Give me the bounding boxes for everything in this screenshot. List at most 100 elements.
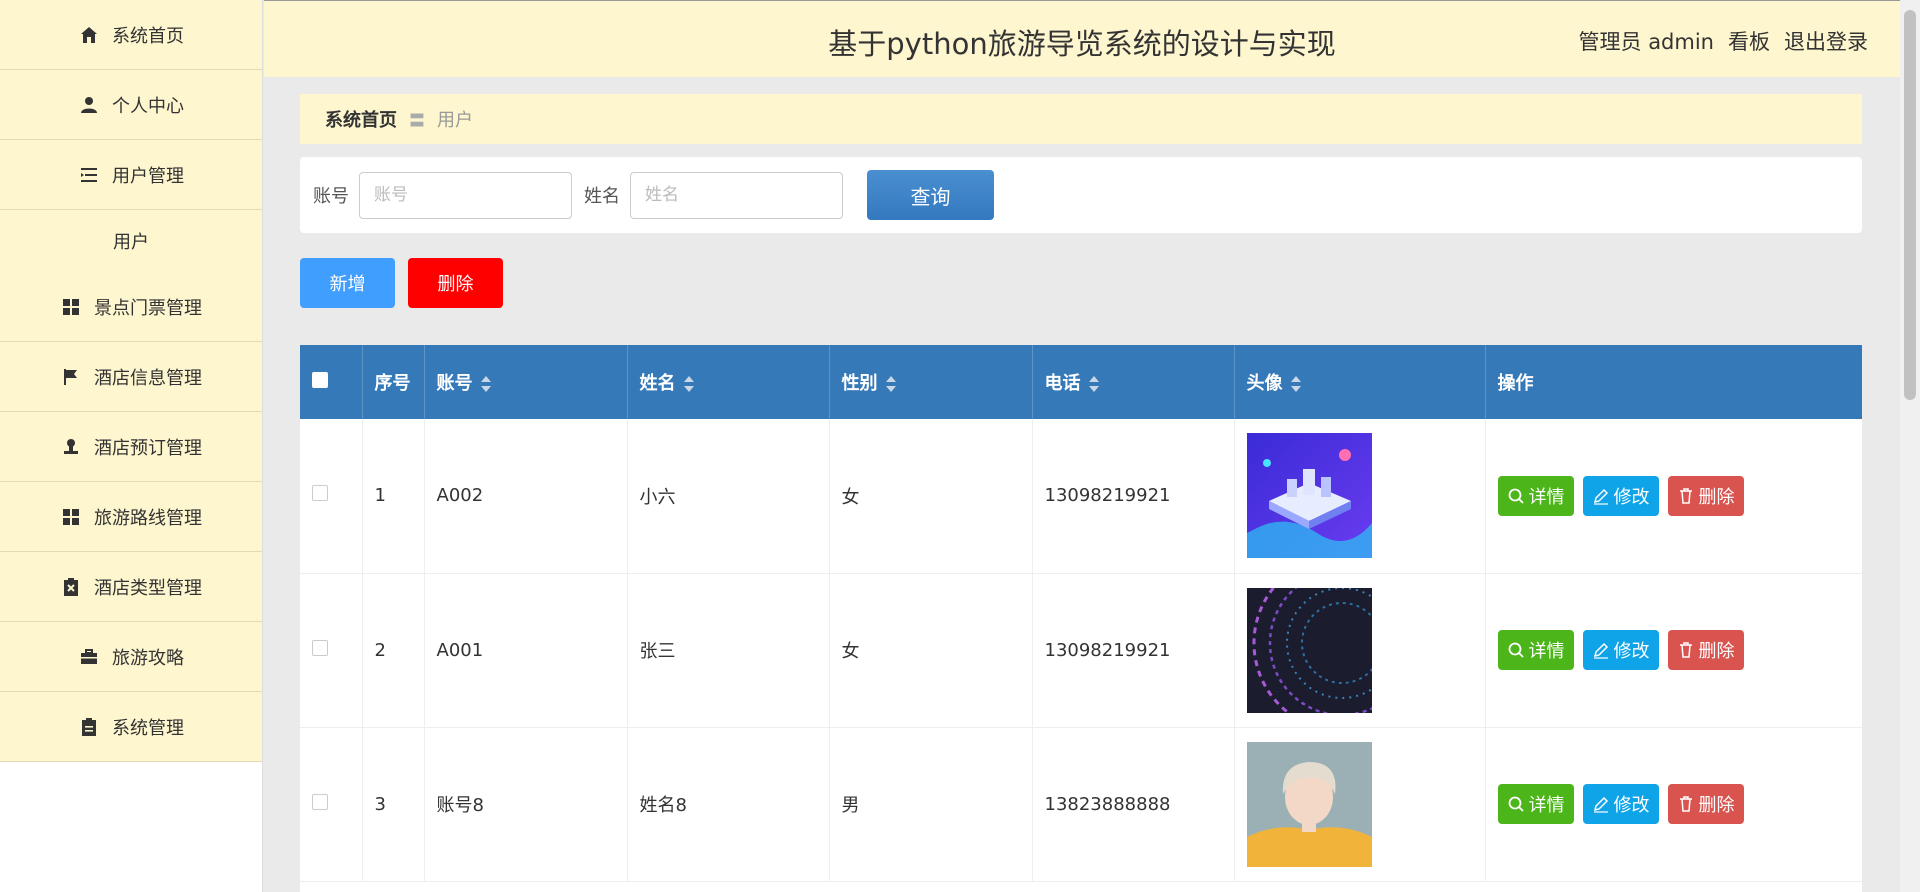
clipboard-icon (78, 716, 100, 738)
sidebar-item-system-management[interactable]: 系统管理 (0, 692, 262, 762)
breadcrumb: 系统首页 〓 用户 (300, 94, 1862, 144)
briefcase-icon (78, 646, 100, 668)
sort-icon[interactable] (1088, 376, 1099, 392)
delete-row-button[interactable]: 删除 (1667, 475, 1744, 516)
clipboard-x-icon (60, 576, 82, 598)
sidebar-item-hotel-booking[interactable]: 酒店预订管理 (0, 412, 262, 482)
board-link[interactable]: 看板 (1728, 26, 1770, 56)
column-header-actions: 操作 (1485, 345, 1862, 419)
table-row: 1 A002 小六 女 13098219921 详情 修改 删除 (300, 419, 1862, 574)
sidebar-item-label: 系统管理 (112, 717, 184, 739)
column-header-avatar[interactable]: 头像 (1234, 345, 1486, 419)
add-button[interactable]: 新增 (300, 258, 395, 308)
cell-index: 2 (362, 573, 425, 728)
logout-link[interactable]: 退出登录 (1784, 26, 1868, 56)
sort-icon[interactable] (683, 376, 694, 392)
sidebar-item-label: 酒店预订管理 (94, 437, 202, 459)
sidebar-item-label: 景点门票管理 (94, 297, 202, 319)
sidebar-item-route-management[interactable]: 旅游路线管理 (0, 482, 262, 552)
column-header-phone[interactable]: 电话 (1032, 345, 1235, 419)
search-bar: 账号 姓名 查询 (300, 157, 1862, 233)
search-icon (1508, 642, 1524, 658)
name-input[interactable] (630, 171, 843, 219)
select-all-header[interactable] (300, 345, 363, 419)
sidebar-item-hotel-type[interactable]: 酒店类型管理 (0, 552, 262, 622)
row-checkbox[interactable] (312, 639, 328, 656)
flag-icon (60, 366, 82, 388)
grid-icon (60, 506, 82, 528)
stamp-icon (60, 436, 82, 458)
sidebar-item-personal-center[interactable]: 个人中心 (0, 70, 262, 140)
sidebar-item-label: 用户管理 (112, 165, 184, 187)
cell-account: A001 (424, 573, 628, 728)
detail-button[interactable]: 详情 (1497, 475, 1574, 516)
sidebar-item-user-management[interactable]: 用户管理 (0, 140, 262, 210)
top-header: 基于python旅游导览系统的设计与实现 管理员 admin 看板 退出登录 (264, 0, 1900, 77)
sidebar: 系统首页 个人中心 用户管理 用户 景点门票管理 酒店信息管理 酒店预订管理 旅… (0, 0, 263, 892)
sort-icon[interactable] (885, 376, 896, 392)
cell-account: 账号8 (424, 727, 628, 882)
user-table: 序号 账号 姓名 性别 电话 头像 操作 1 A002 小六 女 1309821… (300, 345, 1862, 892)
column-header-account[interactable]: 账号 (424, 345, 628, 419)
scrollbar-thumb[interactable] (1904, 10, 1916, 400)
sidebar-subitem-label: 用户 (113, 232, 149, 253)
cell-name: 张三 (627, 573, 830, 728)
cell-gender: 女 (829, 573, 1033, 728)
avatar-image (1246, 433, 1372, 559)
sidebar-item-home[interactable]: 系统首页 (0, 0, 262, 70)
sidebar-item-label: 系统首页 (112, 25, 184, 47)
cell-name: 小六 (627, 419, 830, 574)
search-icon (1508, 796, 1524, 812)
sidebar-item-label: 旅游路线管理 (94, 507, 202, 529)
avatar-image (1246, 587, 1372, 713)
sort-icon[interactable] (1290, 376, 1301, 392)
grid-icon (60, 296, 82, 318)
batch-delete-button[interactable]: 删除 (408, 258, 503, 308)
user-icon (78, 94, 100, 116)
edit-button[interactable]: 修改 (1582, 630, 1659, 670)
select-all-checkbox[interactable] (312, 371, 328, 388)
edit-icon (1593, 642, 1608, 659)
cell-account: A002 (424, 419, 628, 574)
cell-gender: 男 (829, 727, 1033, 882)
delete-row-button[interactable]: 删除 (1667, 630, 1744, 670)
row-checkbox[interactable] (312, 793, 328, 810)
cell-phone: 13098219921 (1032, 573, 1235, 728)
table-header-row: 序号 账号 姓名 性别 电话 头像 操作 (300, 345, 1862, 419)
breadcrumb-separator: 〓 (409, 111, 426, 130)
cell-index: 1 (362, 419, 425, 574)
column-header-gender[interactable]: 性别 (829, 345, 1033, 419)
cell-name: 姓名8 (627, 727, 830, 882)
edit-button[interactable]: 修改 (1582, 784, 1659, 824)
query-button[interactable]: 查询 (867, 170, 994, 220)
row-actions: 详情 修改 删除 (1497, 475, 1862, 516)
account-label: 账号 (313, 186, 349, 207)
sidebar-item-ticket-management[interactable]: 景点门票管理 (0, 272, 262, 342)
detail-button[interactable]: 详情 (1497, 630, 1574, 670)
sidebar-item-hotel-info[interactable]: 酒店信息管理 (0, 342, 262, 412)
avatar-image (1246, 741, 1372, 867)
delete-row-button[interactable]: 删除 (1667, 784, 1744, 824)
page-scrollbar[interactable] (1900, 0, 1920, 892)
header-user-area: 管理员 admin 看板 退出登录 (1579, 26, 1868, 56)
column-header-index: 序号 (362, 345, 425, 419)
cell-phone: 13098219921 (1032, 419, 1235, 574)
sidebar-item-label: 旅游攻略 (112, 647, 184, 669)
row-actions: 详情 修改 删除 (1497, 784, 1862, 824)
home-icon (78, 24, 100, 46)
trash-icon (1679, 642, 1692, 658)
sort-icon[interactable] (480, 376, 491, 392)
sidebar-item-travel-guide[interactable]: 旅游攻略 (0, 622, 262, 692)
column-header-name[interactable]: 姓名 (627, 345, 830, 419)
table-row: 3 账号8 姓名8 男 13823888888 详情 修改 删除 (300, 727, 1862, 882)
account-input[interactable] (359, 171, 572, 219)
cell-phone: 13823888888 (1032, 727, 1235, 882)
row-checkbox[interactable] (312, 485, 328, 502)
list-icon (78, 164, 100, 186)
trash-icon (1679, 488, 1692, 504)
edit-button[interactable]: 修改 (1582, 475, 1659, 516)
sidebar-subitem-user[interactable]: 用户 (0, 210, 262, 272)
breadcrumb-home[interactable]: 系统首页 (325, 106, 397, 132)
detail-button[interactable]: 详情 (1497, 784, 1574, 824)
edit-icon (1593, 796, 1608, 813)
